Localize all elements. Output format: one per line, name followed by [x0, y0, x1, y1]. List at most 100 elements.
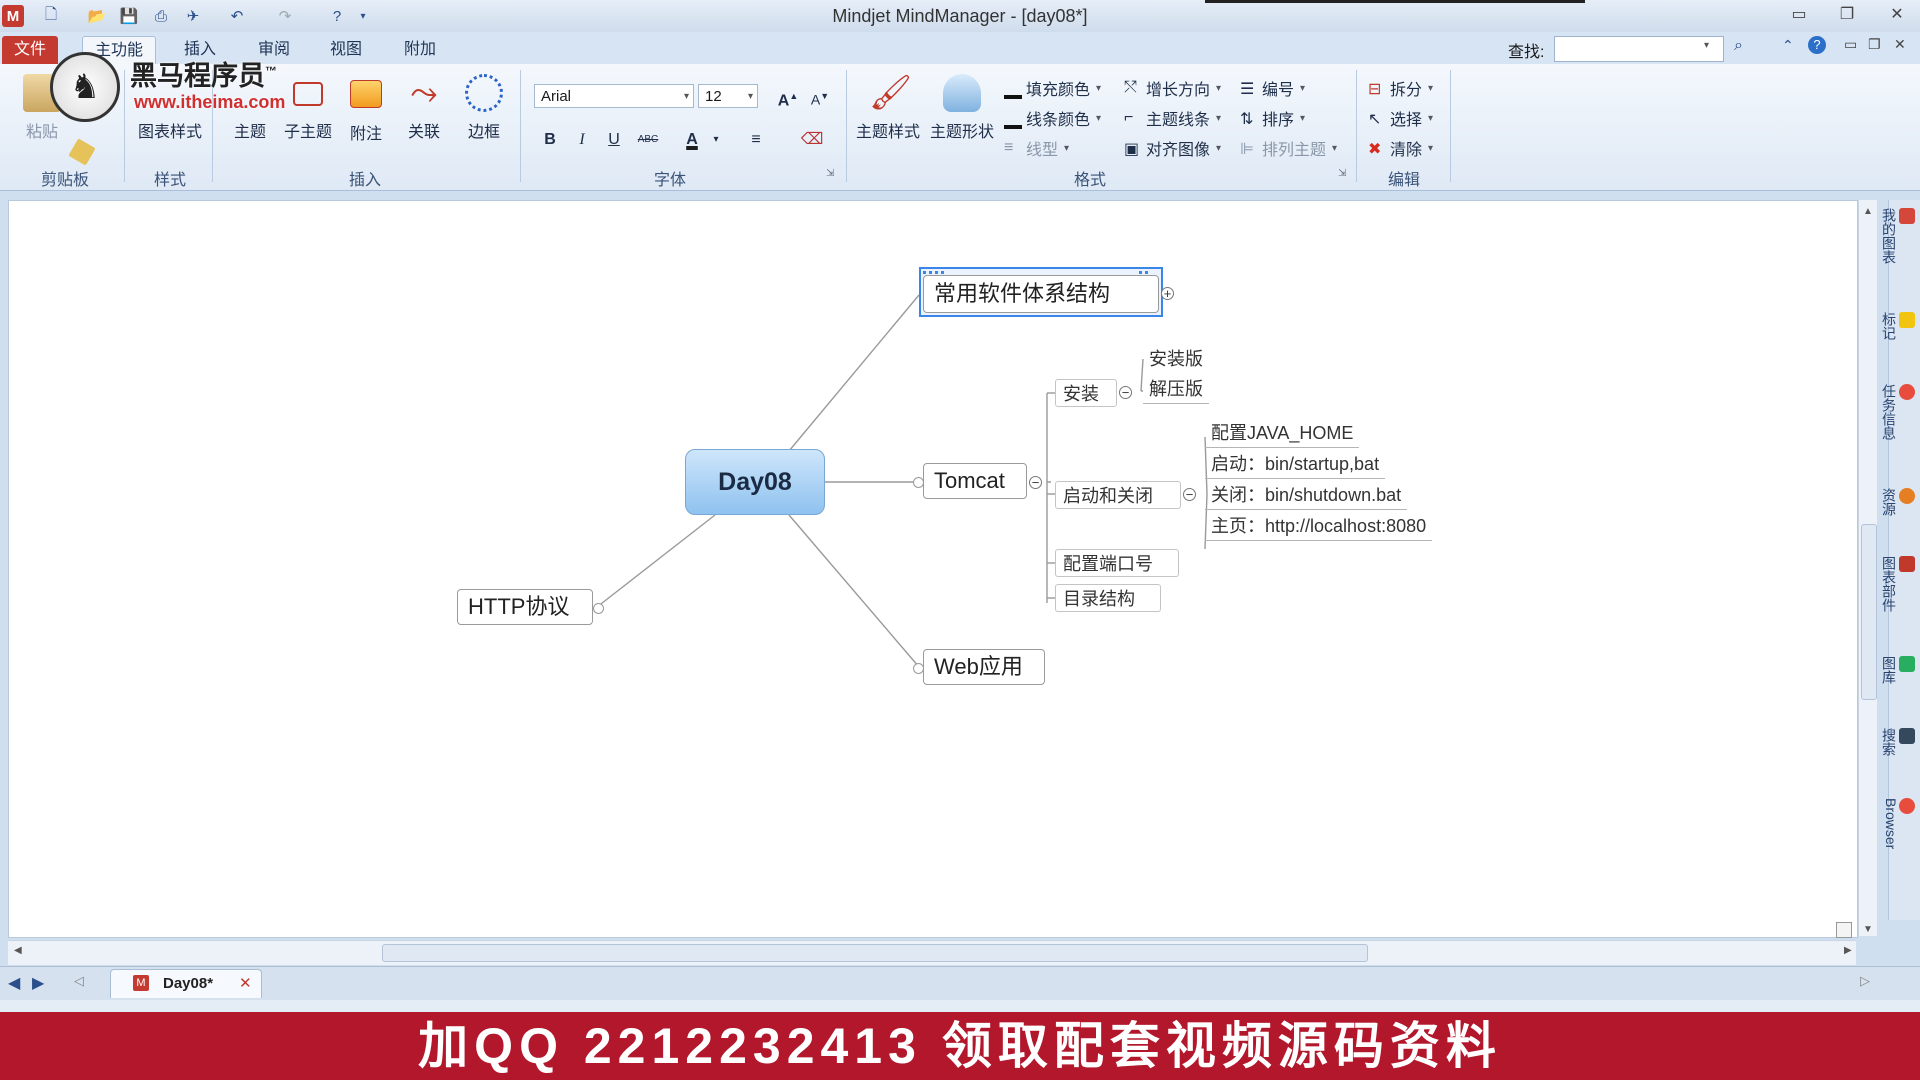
- collapse-ribbon-icon[interactable]: ⌃: [1782, 37, 1794, 54]
- underline-button[interactable]: U: [602, 128, 626, 152]
- horizontal-scroll-thumb[interactable]: [382, 944, 1368, 962]
- dock-library[interactable]: 图库: [1881, 656, 1915, 684]
- dialog-launcher-icon[interactable]: ⇲: [826, 168, 834, 179]
- vertical-scroll-thumb[interactable]: [1861, 524, 1877, 700]
- selection-handle[interactable]: [923, 271, 947, 274]
- relationship-button[interactable]: ⤳ 关联: [396, 74, 452, 142]
- line-style-button[interactable]: ≡ 线型 ▾: [1004, 136, 1069, 160]
- font-color-dropdown-icon[interactable]: ▾: [704, 128, 728, 152]
- split-icon: ⊟: [1368, 81, 1382, 98]
- zoom-fit-icon[interactable]: [1836, 922, 1852, 938]
- leaf-startup[interactable]: 启动：bin/startup,bat: [1205, 452, 1386, 479]
- format-painter-icon[interactable]: [68, 138, 96, 166]
- leaf-zip-version[interactable]: 解压版: [1143, 377, 1209, 404]
- text-cursor-icon: I: [1059, 279, 1065, 299]
- tab-scroll-right-icon[interactable]: ▷: [1860, 973, 1870, 989]
- collapse-minus-icon[interactable]: −: [1029, 476, 1042, 489]
- doc-restore-icon[interactable]: ❐: [1868, 36, 1881, 53]
- group-edit-label: 编辑: [1387, 172, 1420, 189]
- vertical-scrollbar[interactable]: ▲ ▼: [1858, 200, 1877, 936]
- subtopic-start-stop[interactable]: 启动和关闭: [1055, 481, 1181, 509]
- select-button[interactable]: ↖ 选择 ▾: [1368, 106, 1433, 130]
- selection-handle[interactable]: [1139, 271, 1151, 274]
- close-tab-icon[interactable]: ✕: [239, 974, 252, 992]
- dock-label: 图表部件: [1881, 556, 1897, 612]
- tab-addins[interactable]: 附加: [392, 36, 448, 64]
- arrange-topics-button[interactable]: ⊫ 排列主题 ▾: [1240, 136, 1337, 160]
- callout-button[interactable]: 附注: [338, 74, 394, 144]
- collapse-minus-icon[interactable]: −: [1183, 488, 1196, 501]
- doc-tab-label: Day08*: [163, 975, 214, 992]
- tab-scroll-left-icon[interactable]: ◁: [74, 973, 84, 989]
- dock-map-parts[interactable]: 图表部件: [1881, 556, 1915, 612]
- doc-close-icon[interactable]: ✕: [1894, 36, 1906, 53]
- split-button[interactable]: ⊟ 拆分 ▾: [1368, 76, 1433, 100]
- search-dropdown-icon[interactable]: ▾: [1704, 40, 1709, 51]
- topic-style-button[interactable]: 🖌 主题样式: [852, 74, 924, 142]
- align-image-button[interactable]: ▣ 对齐图像 ▾: [1124, 136, 1221, 160]
- subtopic-install[interactable]: 安装: [1055, 379, 1117, 407]
- tab-view[interactable]: 视图: [318, 36, 374, 64]
- topic-shape-button[interactable]: 主题形状: [926, 74, 998, 142]
- numbering-icon: ☰: [1240, 81, 1255, 98]
- growth-direction-button[interactable]: ⤲ 增长方向 ▾: [1124, 76, 1221, 100]
- watermark: ♞ 黑马程序员™ www.itheima.com: [50, 52, 310, 122]
- minimize-icon[interactable]: ▭: [1786, 4, 1812, 26]
- topic-web-app[interactable]: Web应用: [923, 649, 1045, 685]
- topic-lines-button[interactable]: ⌐ 主题线条 ▾: [1124, 106, 1221, 130]
- italic-button[interactable]: I: [570, 128, 594, 152]
- leaf-shutdown[interactable]: 关闭：bin/shutdown.bat: [1205, 483, 1408, 510]
- central-topic[interactable]: Day08: [685, 449, 825, 515]
- subtopic-port[interactable]: 配置端口号: [1055, 549, 1179, 577]
- doc-minimize-icon[interactable]: ▭: [1844, 36, 1857, 53]
- line-color-button[interactable]: 线条颜色 ▾: [1004, 106, 1101, 130]
- boundary-button[interactable]: 边框: [456, 74, 512, 142]
- help-circle-icon[interactable]: ?: [1808, 36, 1826, 54]
- scroll-down-icon[interactable]: ▼: [1863, 924, 1873, 935]
- search-input[interactable]: [1554, 36, 1724, 62]
- dock-my-maps[interactable]: 我的图表: [1881, 208, 1915, 264]
- align-icon[interactable]: ≡: [744, 128, 768, 152]
- dialog-launcher-icon[interactable]: ⇲: [1338, 168, 1346, 179]
- topic-http-protocol[interactable]: HTTP协议: [457, 589, 593, 625]
- font-family-select[interactable]: Arial ▾: [534, 84, 694, 108]
- font-size-select[interactable]: 12 ▾: [698, 84, 758, 108]
- grow-font-icon[interactable]: A▲: [776, 84, 800, 109]
- nav-forward-icon[interactable]: ▶: [32, 973, 44, 993]
- subtopic-directory[interactable]: 目录结构: [1055, 584, 1161, 612]
- scroll-up-icon[interactable]: ▲: [1863, 206, 1873, 217]
- topic-software-architecture[interactable]: 常用软件体系结构: [923, 275, 1159, 313]
- nav-back-icon[interactable]: ◀: [8, 973, 20, 993]
- leaf-java-home[interactable]: 配置JAVA_HOME: [1205, 421, 1360, 448]
- group-style-label: 样式: [153, 172, 186, 189]
- expand-plus-icon[interactable]: +: [1161, 287, 1174, 300]
- sort-button[interactable]: ⇅ 排序 ▾: [1240, 106, 1305, 130]
- bold-button[interactable]: B: [538, 128, 562, 152]
- leaf-installer-version[interactable]: 安装版: [1143, 347, 1209, 373]
- topic-tomcat[interactable]: Tomcat: [923, 463, 1027, 499]
- clear-format-icon[interactable]: ⌫: [800, 128, 824, 152]
- shrink-font-icon[interactable]: A▼: [808, 84, 832, 108]
- binoculars-icon[interactable]: ⌕: [1734, 37, 1743, 55]
- map-canvas[interactable]: 常用软件体系结构 + I Day08 Tomcat − HTTP协议 Web应用…: [8, 200, 1858, 938]
- restore-icon[interactable]: ❐: [1834, 4, 1860, 26]
- dock-markers[interactable]: 标记: [1881, 312, 1915, 340]
- scroll-left-icon[interactable]: ◀: [14, 945, 22, 956]
- font-color-button[interactable]: A: [680, 128, 704, 152]
- close-icon[interactable]: ✕: [1884, 4, 1910, 26]
- doc-tab-day08[interactable]: M Day08* ✕: [110, 969, 262, 998]
- dock-resources[interactable]: 资源: [1881, 488, 1915, 516]
- scroll-right-icon[interactable]: ▶: [1844, 945, 1852, 956]
- dock-browser[interactable]: Browser: [1883, 798, 1915, 849]
- clear-button[interactable]: ✖ 清除 ▾: [1368, 136, 1433, 160]
- dock-task-info[interactable]: 任务信息: [1881, 384, 1915, 440]
- leaf-homepage[interactable]: 主页：http://localhost:8080: [1205, 514, 1433, 541]
- separator: [1450, 70, 1451, 182]
- fill-bucket-icon: [1004, 77, 1022, 99]
- collapse-minus-icon[interactable]: −: [1119, 386, 1132, 399]
- fill-color-button[interactable]: 填充颜色 ▾: [1004, 76, 1101, 100]
- strikethrough-button[interactable]: ABC: [636, 128, 660, 152]
- horizontal-scrollbar[interactable]: ◀ ▶: [8, 940, 1856, 965]
- dock-search[interactable]: 搜索: [1881, 728, 1915, 756]
- numbering-button[interactable]: ☰ 编号 ▾: [1240, 76, 1305, 100]
